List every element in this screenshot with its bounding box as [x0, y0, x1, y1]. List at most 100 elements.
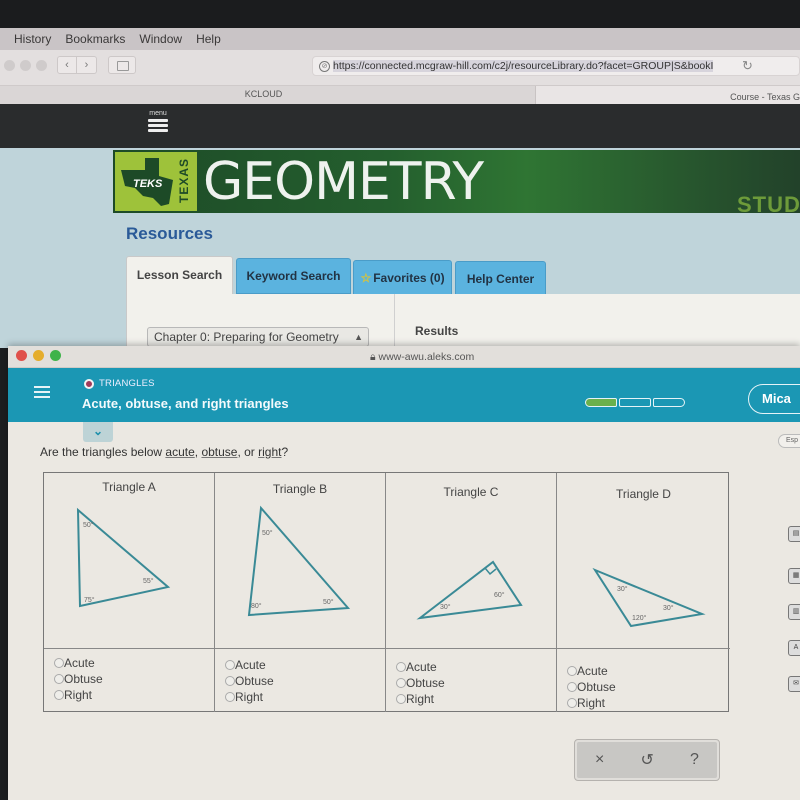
browser-tab-bar: KCLOUD Course - Texas G: [0, 86, 800, 104]
aleks-window: 🔒︎ www-awu.aleks.com TRIANGLES Acute, ob…: [8, 346, 800, 800]
radio-circle[interactable]: [396, 662, 406, 672]
aleks-url: 🔒︎ www-awu.aleks.com: [370, 351, 474, 364]
answer-action-bar: × ↺ ?: [574, 739, 720, 781]
screen-bezel: [0, 0, 800, 28]
texas-text: TEXAS: [177, 158, 191, 204]
menu-bookmarks[interactable]: Bookmarks: [65, 32, 125, 46]
chapter-select-value: Chapter 0: Preparing for Geometry: [154, 330, 339, 344]
radio-circle[interactable]: [396, 678, 406, 688]
angle-label: 80°: [251, 602, 262, 610]
tab-help-center[interactable]: Help Center: [455, 261, 546, 297]
site-menu-button[interactable]: menu: [147, 110, 169, 132]
address-bar[interactable]: ⊘ https://connected.mcgraw-hill.com/c2j/…: [312, 56, 800, 76]
radio-circle[interactable]: [54, 674, 64, 684]
triangle-a-choices: Acute Obtuse Right: [44, 648, 215, 712]
radio-circle[interactable]: [567, 666, 577, 676]
link-acute[interactable]: acute: [165, 445, 194, 459]
radio-right[interactable]: Right: [54, 687, 103, 703]
help-button[interactable]: ?: [690, 751, 699, 769]
zoom-window-button[interactable]: [50, 350, 61, 361]
progress-segment: [585, 398, 617, 407]
aleks-window-controls: [16, 350, 61, 361]
radio-circle[interactable]: [567, 698, 577, 708]
clear-button[interactable]: ×: [595, 751, 604, 769]
choice-label: Right: [406, 692, 435, 706]
expand-chevron-button[interactable]: ⌄: [83, 422, 113, 442]
star-icon: ☆: [360, 271, 372, 285]
choice-label: Right: [64, 688, 93, 702]
tab-course[interactable]: Course - Texas G: [535, 86, 800, 104]
radio-circle[interactable]: [567, 682, 577, 692]
choice-label: Obtuse: [577, 680, 616, 694]
topic-category: TRIANGLES: [99, 378, 155, 389]
radio-circle[interactable]: [225, 660, 235, 670]
menu-help[interactable]: Help: [196, 32, 221, 46]
tab-kcloud[interactable]: KCLOUD: [0, 86, 535, 104]
mail-icon[interactable]: ✉: [788, 676, 800, 692]
teks-text: TEKS: [133, 178, 163, 190]
tab-favorites[interactable]: ☆ Favorites (0): [353, 260, 452, 296]
tab-keyword-search[interactable]: Keyword Search: [236, 258, 351, 294]
radio-right[interactable]: Right: [567, 695, 616, 711]
forward-button[interactable]: ›: [77, 56, 97, 74]
choice-group: Acute Obtuse Right: [396, 659, 445, 707]
progress-segment: [653, 398, 685, 407]
textbook-icon[interactable]: ▥: [788, 604, 800, 620]
back-button[interactable]: ‹: [57, 56, 77, 74]
triangle-table: Triangle A 50° 55° 75° Triangle B 50° 50…: [43, 472, 730, 712]
topic-title: Acute, obtuse, and right triangles: [82, 396, 289, 411]
undo-button[interactable]: ↺: [641, 750, 654, 770]
reload-icon[interactable]: ↻: [742, 58, 753, 74]
menu-history[interactable]: History: [14, 32, 51, 46]
zoom-window-button[interactable]: [36, 60, 47, 71]
radio-circle[interactable]: [225, 676, 235, 686]
progress-segment: [619, 398, 651, 407]
link-obtuse[interactable]: obtuse: [201, 445, 237, 459]
right-angle-marker: [484, 567, 497, 576]
chapter-select[interactable]: Chapter 0: Preparing for Geometry ▲▼: [147, 327, 369, 360]
close-window-button[interactable]: [16, 350, 27, 361]
radio-acute[interactable]: Acute: [54, 655, 103, 671]
angle-label: 55°: [143, 577, 154, 585]
user-menu-button[interactable]: Mica: [748, 384, 800, 414]
results-label: Results: [415, 324, 459, 338]
radio-circle[interactable]: [54, 690, 64, 700]
choice-group: Acute Obtuse Right: [225, 657, 274, 705]
aleks-title-bar: 🔒︎ www-awu.aleks.com: [8, 346, 800, 368]
progress-indicator: [585, 398, 685, 407]
radio-circle[interactable]: [225, 692, 235, 702]
radio-obtuse[interactable]: Obtuse: [225, 673, 274, 689]
angle-label: 60°: [494, 591, 505, 599]
tab-lesson-search[interactable]: Lesson Search: [126, 256, 233, 296]
espanol-button[interactable]: Esp: [778, 434, 800, 448]
menu-window[interactable]: Window: [139, 32, 182, 46]
answer-editor-icon[interactable]: A: [788, 640, 800, 656]
radio-acute[interactable]: Acute: [567, 663, 616, 679]
teks-logo: TEKS TEXAS: [115, 152, 197, 211]
radio-acute[interactable]: Acute: [225, 657, 274, 673]
radio-circle[interactable]: [396, 694, 406, 704]
question-prefix: Are the triangles below: [40, 445, 166, 459]
choice-label: Obtuse: [64, 672, 103, 686]
worksheet-icon[interactable]: ▤: [788, 526, 800, 542]
radio-acute[interactable]: Acute: [396, 659, 445, 675]
triangle-a-cell: Triangle A 50° 55° 75°: [44, 473, 215, 648]
radio-circle[interactable]: [54, 658, 64, 668]
calculator-icon[interactable]: ▦: [788, 568, 800, 584]
question-text: Are the triangles below acute, obtuse, o…: [40, 445, 288, 459]
minimize-window-button[interactable]: [33, 350, 44, 361]
site-header: [0, 104, 800, 148]
radio-right[interactable]: Right: [396, 691, 445, 707]
radio-obtuse[interactable]: Obtuse: [567, 679, 616, 695]
close-window-button[interactable]: [4, 60, 15, 71]
radio-obtuse[interactable]: Obtuse: [396, 675, 445, 691]
radio-right[interactable]: Right: [225, 689, 274, 705]
angle-label: 50°: [83, 521, 94, 529]
radio-obtuse[interactable]: Obtuse: [54, 671, 103, 687]
minimize-window-button[interactable]: [20, 60, 31, 71]
banner-title: GEOMETRY: [203, 152, 484, 212]
aleks-menu-icon[interactable]: [34, 386, 50, 401]
sidebar-toggle-button[interactable]: [108, 56, 136, 74]
triangle-d-cell: Triangle D 30° 30° 120°: [557, 473, 730, 648]
link-right[interactable]: right: [258, 445, 281, 459]
